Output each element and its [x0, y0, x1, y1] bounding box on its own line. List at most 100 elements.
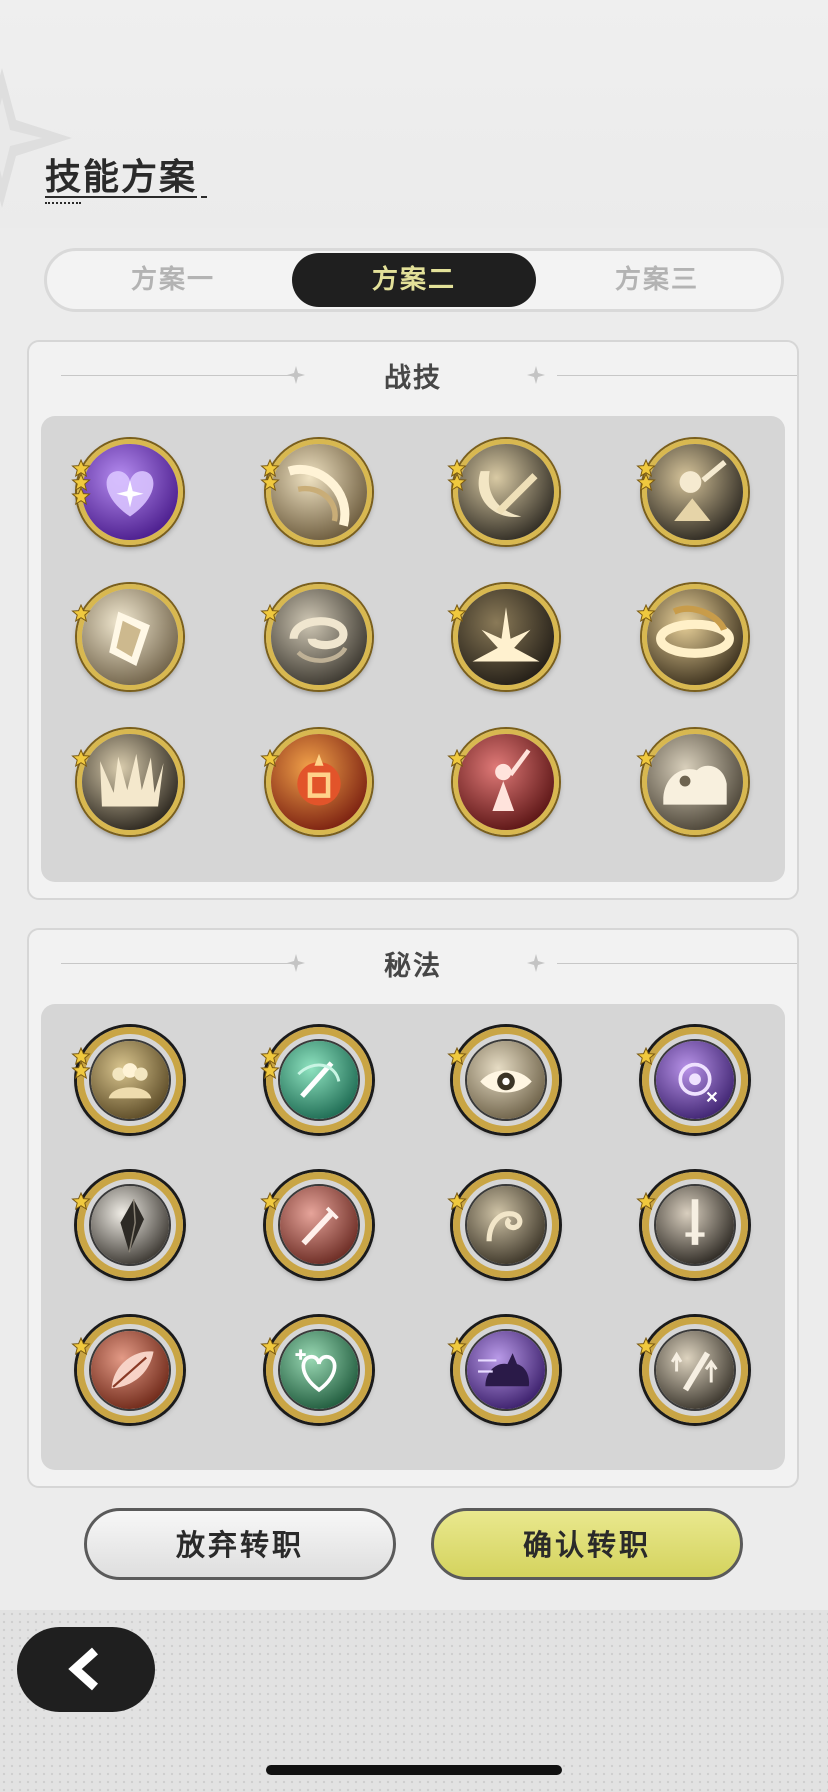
rarity-star-icon	[447, 1337, 467, 1355]
skill-slot-red-sword[interactable]	[260, 1166, 378, 1284]
orb-inner	[278, 1039, 360, 1121]
rarity-stars	[260, 1047, 282, 1079]
rarity-star-icon	[636, 1047, 656, 1065]
skill-slot-crystal-shard[interactable]	[71, 1166, 189, 1284]
skill-slot-eye[interactable]	[447, 1021, 565, 1139]
rarity-stars	[447, 1337, 469, 1355]
red-feather-icon	[91, 1331, 169, 1409]
tab-scheme-3[interactable]: 方案三	[535, 253, 779, 307]
skill-orb	[77, 584, 183, 690]
rarity-stars	[71, 1047, 93, 1079]
orb-inner	[89, 1329, 171, 1411]
skill-orb	[266, 1317, 372, 1423]
rarity-star-icon	[71, 1192, 91, 1210]
rarity-star-icon	[71, 487, 91, 505]
skill-slot-wind-spirit[interactable]	[447, 1166, 565, 1284]
skill-slot-charging-beast[interactable]	[636, 723, 754, 841]
crystal-shard-icon	[91, 1186, 169, 1264]
rarity-star-icon	[447, 749, 467, 767]
rarity-star-icon	[71, 604, 91, 622]
rarity-stars	[260, 1337, 282, 1355]
skill-slot-golden-slash-wind[interactable]	[260, 433, 378, 551]
rarity-stars	[71, 459, 93, 505]
skill-slot-sword-upgrade[interactable]	[636, 1166, 754, 1284]
ground-explosion-icon	[458, 589, 554, 685]
rarity-star-icon	[447, 1047, 467, 1065]
figure-sword-strike-icon	[647, 444, 743, 540]
orb-inner	[465, 1184, 547, 1266]
skill-slot-group-figures[interactable]	[71, 1021, 189, 1139]
orb-inner	[278, 1184, 360, 1266]
rarity-star-icon	[260, 1337, 280, 1355]
rarity-star-icon	[71, 749, 91, 767]
action-buttons: 放弃转职 确认转职	[0, 1508, 828, 1588]
rarity-stars	[447, 1192, 469, 1210]
secrets-panel: 秘法	[27, 928, 799, 1488]
skill-orb	[453, 439, 559, 545]
skills-panel: 战技	[27, 340, 799, 900]
skill-slot-red-figure-sword[interactable]	[447, 723, 565, 841]
skill-orb	[77, 1317, 183, 1423]
skill-slot-red-feather[interactable]	[71, 1311, 189, 1429]
skill-orb	[77, 1172, 183, 1278]
skill-slot-ground-explosion[interactable]	[447, 578, 565, 696]
rarity-stars	[636, 749, 658, 767]
purple-heart-burst-icon	[82, 444, 178, 540]
skill-orb	[266, 1027, 372, 1133]
scheme-tabs: 方案一 方案二 方案三	[44, 248, 784, 312]
rarity-star-icon	[447, 473, 467, 491]
rarity-star-icon	[260, 1061, 280, 1079]
title-underline-tail	[201, 196, 207, 198]
skill-slot-flame-rune[interactable]	[260, 723, 378, 841]
skill-slot-purple-cat[interactable]	[447, 1311, 565, 1429]
skill-slot-sword-arrows-up[interactable]	[636, 1311, 754, 1429]
panel-header: 战技	[29, 342, 797, 422]
confirm-class-change-button[interactable]: 确认转职	[431, 1508, 743, 1580]
skill-slot-golden-ring[interactable]	[636, 578, 754, 696]
sword-arrows-up-icon	[656, 1331, 734, 1409]
home-indicator	[266, 1765, 562, 1775]
skill-orb	[642, 729, 748, 835]
purple-cat-icon	[467, 1331, 545, 1409]
tab-scheme-1[interactable]: 方案一	[51, 253, 295, 307]
skill-slot-shining-shield[interactable]	[71, 578, 189, 696]
skill-orb	[77, 729, 183, 835]
eye-icon	[467, 1041, 545, 1119]
skill-orb	[266, 439, 372, 545]
group-figures-icon	[91, 1041, 169, 1119]
rarity-star-icon	[447, 604, 467, 622]
charging-beast-icon	[647, 734, 743, 830]
rarity-stars	[260, 1192, 282, 1210]
skill-slot-crescent-sword[interactable]	[447, 433, 565, 551]
orb-inner	[654, 1184, 736, 1266]
orb-inner	[465, 1039, 547, 1121]
wind-spirit-icon	[467, 1186, 545, 1264]
back-button[interactable]	[17, 1627, 155, 1712]
orb-inner	[654, 1329, 736, 1411]
sword-upgrade-icon	[656, 1186, 734, 1264]
crescent-sword-icon	[458, 444, 554, 540]
skill-slot-purple-flower[interactable]	[636, 1021, 754, 1139]
skill-slot-green-sword-slash[interactable]	[260, 1021, 378, 1139]
abandon-class-change-button[interactable]: 放弃转职	[84, 1508, 396, 1580]
golden-ring-icon	[647, 589, 743, 685]
skill-slot-purple-heart-burst[interactable]	[71, 433, 189, 551]
skill-slot-figure-sword-strike[interactable]	[636, 433, 754, 551]
title-underline	[45, 196, 197, 198]
sparkle-icon	[527, 954, 545, 972]
rarity-stars	[260, 459, 282, 491]
skill-slot-swirl-wind[interactable]	[260, 578, 378, 696]
tab-scheme-2[interactable]: 方案二	[292, 253, 536, 307]
skill-slot-spike-burst[interactable]	[71, 723, 189, 841]
rarity-stars	[447, 1047, 469, 1065]
skill-orb	[453, 584, 559, 690]
skill-slot-green-heart-heal[interactable]	[260, 1311, 378, 1429]
rarity-stars	[447, 749, 469, 767]
skill-orb	[642, 1027, 748, 1133]
rarity-star-icon	[260, 1192, 280, 1210]
rarity-star-icon	[260, 604, 280, 622]
skill-orb	[642, 1172, 748, 1278]
page-title: 技能方案	[45, 157, 198, 198]
rarity-star-icon	[260, 749, 280, 767]
red-sword-icon	[280, 1186, 358, 1264]
